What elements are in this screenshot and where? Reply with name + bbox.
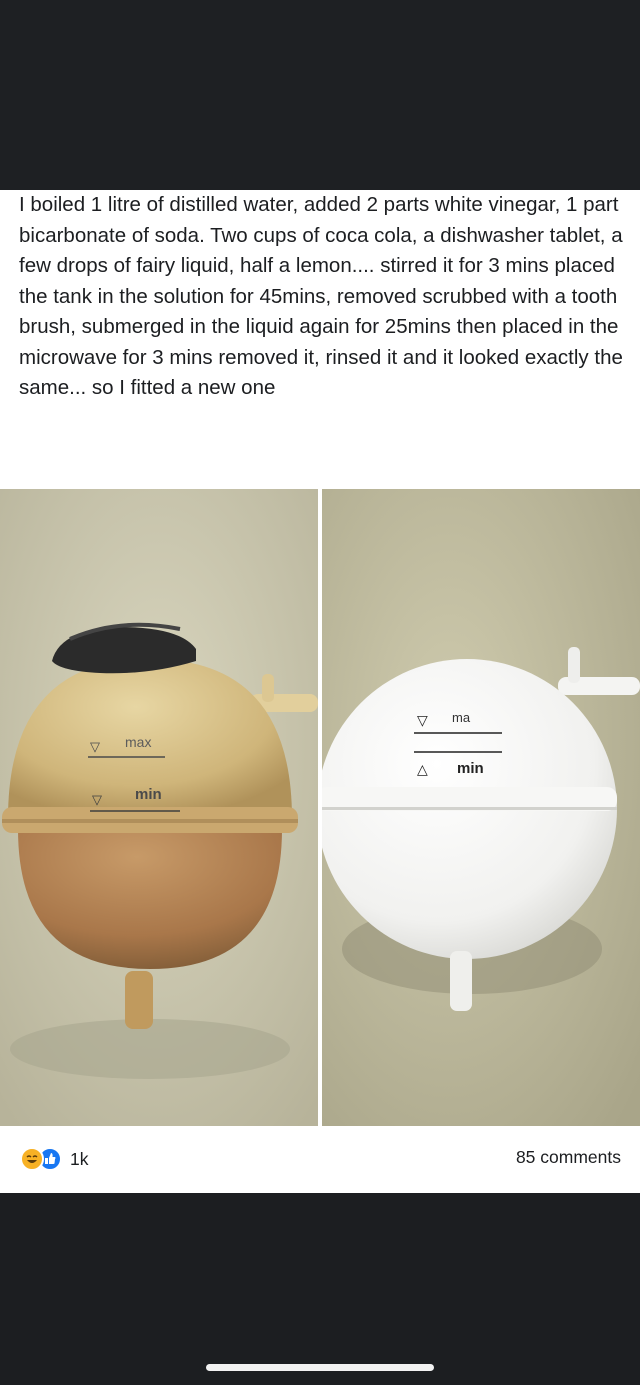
new-tank-max-label: ma xyxy=(452,710,471,725)
svg-text:▽: ▽ xyxy=(417,712,428,728)
new-tank-image: ▽ ma △ min xyxy=(322,489,640,1126)
new-tank-min-label: min xyxy=(457,760,484,777)
reactions-summary[interactable]: 1k xyxy=(20,1146,88,1172)
bottom-dark-area xyxy=(0,1193,640,1385)
old-tank-max-label: max xyxy=(125,734,151,750)
post-card: I boiled 1 litre of distilled water, add… xyxy=(0,190,640,1193)
reaction-count: 1k xyxy=(70,1148,89,1169)
photo-old-tank[interactable]: ▽ max ▽ min xyxy=(0,489,318,1126)
old-tank-min-label: min xyxy=(135,786,162,803)
old-tank-image: ▽ max ▽ min xyxy=(0,489,318,1126)
svg-text:▽: ▽ xyxy=(92,792,102,807)
svg-text:△: △ xyxy=(417,761,428,777)
comments-count-link[interactable]: 85 comments xyxy=(516,1147,621,1168)
home-indicator[interactable] xyxy=(206,1364,434,1371)
post-footer: 1k 85 comments xyxy=(0,1126,640,1193)
top-dark-area xyxy=(0,0,640,190)
photo-new-tank[interactable]: ▽ ma △ min xyxy=(322,489,640,1126)
haha-reaction-icon xyxy=(20,1147,44,1171)
post-photo-collage[interactable]: ▽ max ▽ min ▽ ma △ min xyxy=(0,489,640,1126)
post-text: I boiled 1 litre of distilled water, add… xyxy=(19,193,629,399)
svg-text:▽: ▽ xyxy=(90,739,100,754)
